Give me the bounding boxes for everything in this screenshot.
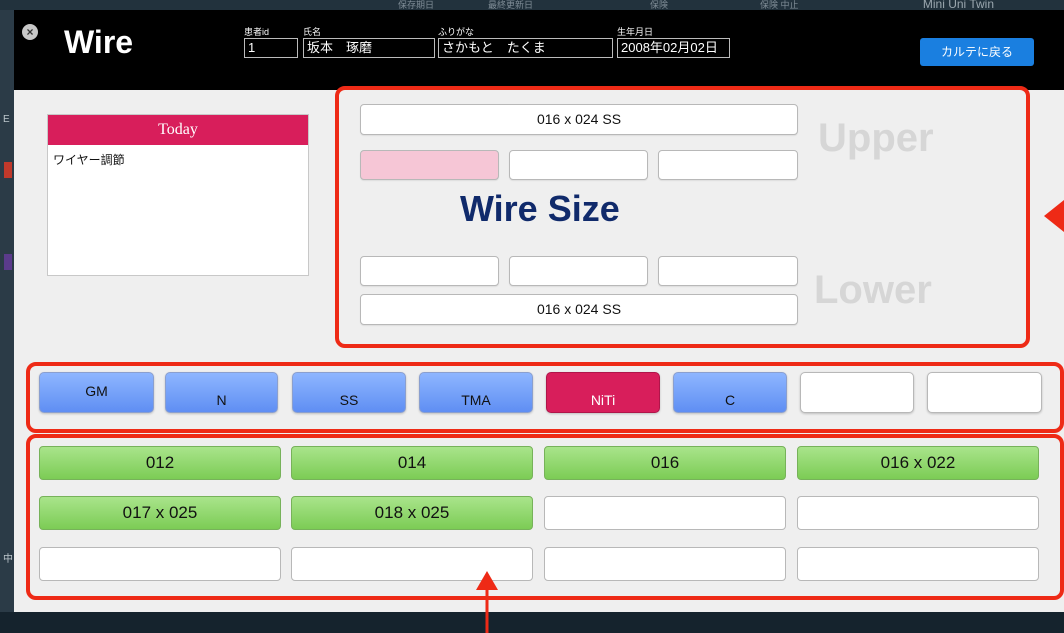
background-sidebar: E 中 — [0, 10, 14, 633]
today-title: Today — [48, 115, 308, 145]
background-glyph: E — [3, 114, 10, 125]
patient-kana-value: さかもと たくま — [438, 38, 613, 58]
annotation-box-wire-size — [335, 86, 1030, 348]
background-red-marker — [4, 162, 12, 178]
patient-name-field: 氏名 坂本 琢磨 — [303, 26, 435, 58]
modal-title: Wire — [64, 24, 134, 60]
background-app-bar: 保存期日 最終更新日 保険 保険 中止 Mini Uni Twin — [0, 0, 1064, 11]
background-purple-marker — [4, 254, 12, 270]
patient-dob-label: 生年月日 — [617, 27, 654, 37]
patient-kana-label: ふりがな — [438, 27, 475, 37]
patient-name-label: 氏名 — [303, 27, 322, 37]
patient-id-value: 1 — [244, 38, 298, 58]
back-to-chart-button[interactable]: カルテに戻る — [920, 38, 1034, 66]
annotation-box-materials — [26, 362, 1064, 433]
patient-id-field: 患者id 1 — [244, 26, 298, 58]
today-panel: Today ワイヤー調節 — [47, 114, 309, 276]
patient-dob-value: 2008年02月02日 — [617, 38, 730, 58]
background-footer — [0, 612, 1064, 633]
annotation-box-sizes — [26, 434, 1064, 600]
modal-header: × Wire 患者id 1 氏名 坂本 琢磨 ふりがな さかもと たくま 生年月… — [14, 10, 1064, 90]
patient-name-value: 坂本 琢磨 — [303, 38, 435, 58]
background-glyph: 中 — [3, 554, 13, 565]
today-content[interactable]: ワイヤー調節 — [48, 145, 308, 174]
close-button[interactable]: × — [22, 24, 38, 40]
patient-kana-field: ふりがな さかもと たくま — [438, 26, 613, 58]
screen: 保存期日 最終更新日 保険 保険 中止 Mini Uni Twin E 中 × … — [0, 0, 1064, 633]
patient-id-label: 患者id — [244, 27, 270, 37]
patient-dob-field: 生年月日 2008年02月02日 — [617, 26, 730, 58]
